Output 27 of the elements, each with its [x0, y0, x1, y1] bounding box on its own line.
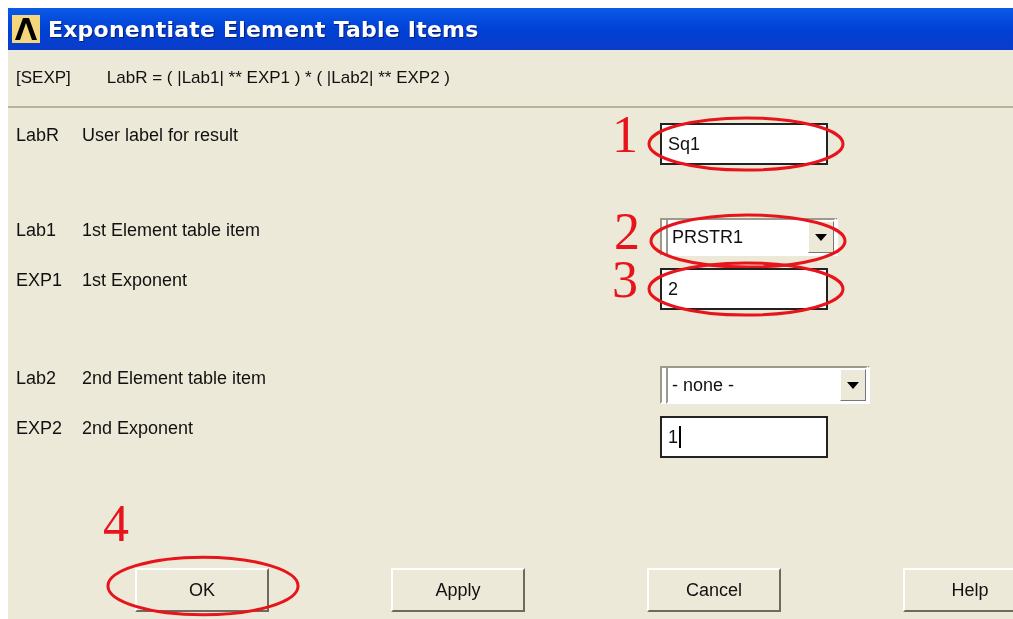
parameter-label: 2nd Element table item — [82, 368, 267, 388]
parameter-label: User label for result — [82, 125, 239, 145]
parameter-code: LabR — [15, 124, 61, 146]
parameter-code: EXP1 — [15, 269, 64, 291]
parameter-label: 1st Element table item — [82, 220, 261, 240]
input-field[interactable]: 1 — [660, 416, 828, 458]
dialog-button[interactable]: Apply — [391, 568, 525, 612]
dialog-button[interactable]: Cancel — [647, 568, 781, 612]
command-tag: [SEXP] — [16, 68, 71, 88]
annotation-number: 4 — [103, 498, 129, 550]
parameter-code: Lab1 — [15, 219, 58, 241]
dialog-button[interactable]: OK — [135, 568, 269, 612]
formula-text: LabR = ( |Lab1| ** EXP1 ) * ( |Lab2| ** EXP2 ) — [106, 68, 451, 88]
parameter-code: EXP2 — [15, 417, 64, 439]
input-field[interactable]: Sq1 — [660, 123, 828, 165]
dialog-button[interactable]: Help — [903, 568, 1013, 612]
caret-icon — [815, 233, 827, 241]
caret-icon — [847, 381, 859, 389]
annotation-number: 1 — [612, 109, 638, 161]
parameter-code: Lab2 — [15, 367, 58, 389]
dropdown-field[interactable]: PRSTR1 — [666, 218, 836, 256]
input-field[interactable]: 2 — [660, 268, 828, 310]
window-title: Exponentiate Element Table Items — [48, 16, 479, 42]
logo-icon — [12, 15, 40, 43]
parameter-label: 1st Exponent — [82, 270, 188, 290]
parameter-label: 2nd Exponent — [82, 418, 194, 438]
dropdown-field[interactable]: - none - — [666, 366, 868, 404]
